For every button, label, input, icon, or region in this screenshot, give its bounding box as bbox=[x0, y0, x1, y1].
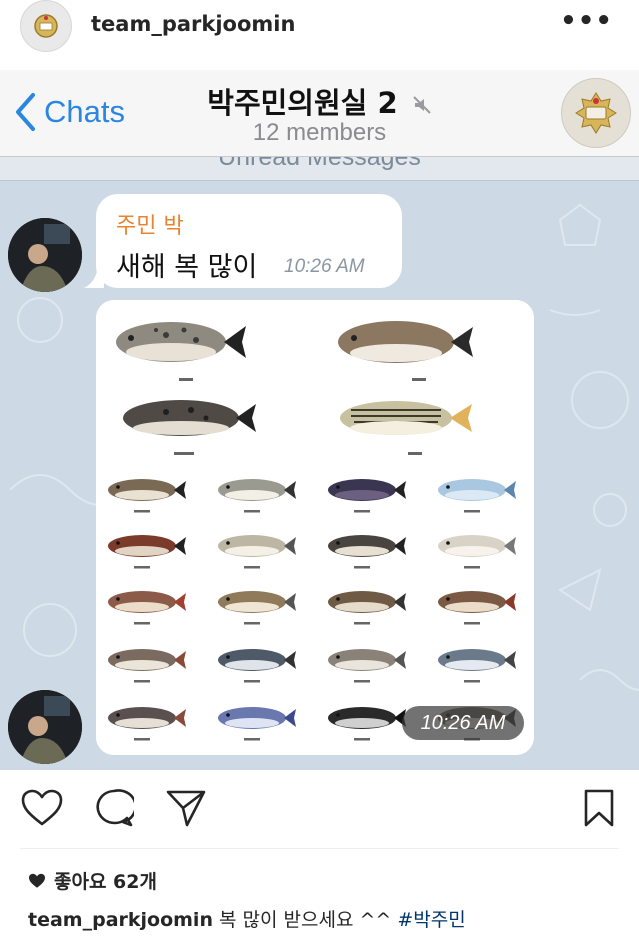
person-photo-icon bbox=[8, 690, 82, 764]
emblem-icon bbox=[34, 14, 58, 38]
profile-avatar[interactable] bbox=[20, 0, 72, 52]
like-count[interactable]: 좋아요 62개 bbox=[28, 867, 157, 894]
bookmark-icon bbox=[584, 789, 614, 827]
comment-icon bbox=[96, 789, 134, 827]
send-icon bbox=[166, 790, 206, 827]
pufferfish-chart-image bbox=[96, 300, 534, 755]
chat-member-count: 12 members bbox=[252, 119, 387, 146]
text-message-bubble[interactable]: 주민 박 새해 복 많이 10:26 AM bbox=[96, 194, 402, 288]
emblem-icon bbox=[575, 92, 617, 134]
post-caption: team_parkjoomin 복 많이 받으세요 ^^ #박주민 bbox=[28, 905, 466, 932]
unread-divider: Unread Messages bbox=[0, 157, 639, 181]
like-button[interactable] bbox=[20, 786, 64, 830]
chat-title[interactable]: 박주민의원실 2 bbox=[0, 80, 639, 122]
share-button[interactable] bbox=[164, 786, 208, 830]
chat-title-text: 박주민의원실 2 bbox=[207, 86, 398, 120]
message-time: 10:26 AM bbox=[284, 256, 365, 277]
message-sender: 주민 박 bbox=[116, 214, 184, 239]
image-message[interactable]: 10:26 AM bbox=[96, 300, 534, 755]
caption-hashtag[interactable]: #박주민 bbox=[397, 909, 465, 931]
person-photo-icon bbox=[8, 218, 82, 292]
sender-avatar[interactable] bbox=[8, 218, 82, 292]
like-count-label: 좋아요 62개 bbox=[54, 871, 157, 893]
caption-text: 복 많이 받으세요 ^^ bbox=[212, 909, 398, 931]
caption-username[interactable]: team_parkjoomin bbox=[28, 909, 213, 931]
divider bbox=[20, 848, 619, 849]
image-message-time: 10:26 AM bbox=[402, 706, 524, 740]
post-header: team_parkjoomin ••• bbox=[0, 0, 639, 54]
heart-filled-icon bbox=[29, 873, 45, 888]
more-horizontal-icon[interactable]: ••• bbox=[560, 6, 613, 36]
group-avatar[interactable] bbox=[561, 78, 631, 148]
post-actions bbox=[0, 786, 639, 836]
heart-icon bbox=[21, 789, 63, 826]
telegram-screenshot: Chats 박주민의원실 2 12 members Unread Message… bbox=[0, 70, 639, 770]
unread-label: Unread Messages bbox=[218, 157, 421, 171]
mute-icon bbox=[412, 88, 432, 122]
profile-username[interactable]: team_parkjoomin bbox=[91, 12, 295, 36]
comment-button[interactable] bbox=[92, 786, 136, 830]
chat-header: Chats 박주민의원실 2 12 members bbox=[0, 70, 639, 157]
sender-avatar-2[interactable] bbox=[8, 690, 82, 764]
save-button[interactable] bbox=[577, 786, 621, 830]
message-text: 새해 복 많이 bbox=[116, 252, 258, 283]
